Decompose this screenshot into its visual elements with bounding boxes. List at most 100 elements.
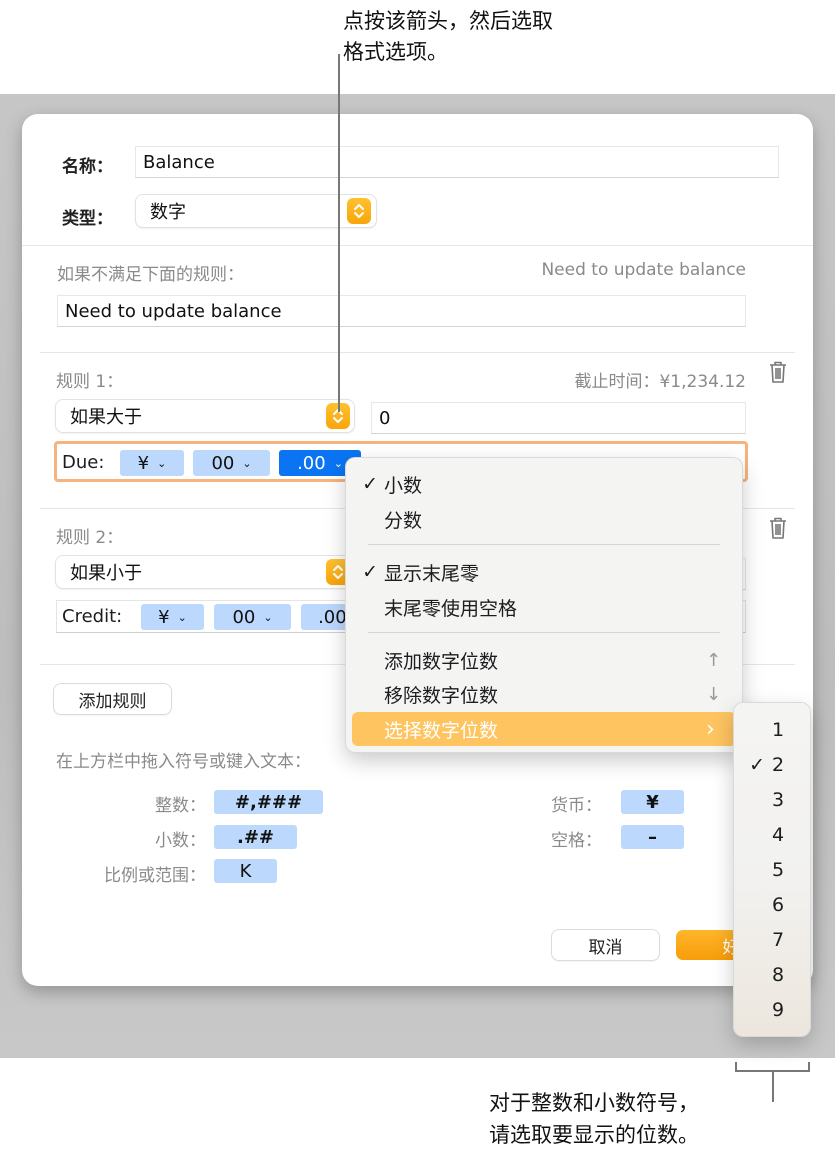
cancel-button[interactable]: 取消	[552, 930, 659, 960]
symbol-integer-token[interactable]: #,###	[214, 790, 323, 814]
menu-item-label: 选择数字位数	[384, 719, 499, 742]
annotation-leader-line-top	[338, 54, 340, 412]
submenu-item-5[interactable]: 5	[734, 852, 810, 887]
token-text: ¥	[137, 452, 150, 474]
symbol-scale-label: 比例或范围：	[104, 866, 206, 886]
format-options-menu: ✓ 小数 分数 ✓ 显示末尾零 末尾零使用空格 添加数字位数 ↑ 移除数字位数 …	[346, 458, 742, 752]
symbol-space-label: 空格：	[551, 831, 602, 851]
annotation-top-line1: 点按该箭头，然后选取	[343, 9, 553, 33]
symbol-scale-token[interactable]: K	[214, 859, 277, 883]
annotation-leader-line-bottom	[772, 1071, 774, 1102]
name-field-value: Balance	[143, 151, 215, 173]
fallback-preview: Need to update balance	[541, 260, 746, 280]
rule1-value: 0	[379, 407, 391, 429]
token-text: .00	[318, 606, 347, 628]
rule1-condition-popup[interactable]: 如果大于	[56, 400, 354, 432]
symbol-currency-token[interactable]: ¥	[621, 790, 684, 814]
chevron-down-icon: ⌄	[333, 456, 343, 470]
submenu-item-label: 1	[771, 718, 785, 741]
arrow-up-icon: ↑	[706, 649, 722, 671]
rule2-condition-popup[interactable]: 如果小于	[56, 556, 354, 588]
annotation-top-line2: 格式选项。	[343, 40, 448, 64]
menu-item-show-trailing-zeros[interactable]: ✓ 显示末尾零	[346, 555, 742, 589]
divider	[40, 352, 795, 353]
submenu-item-label: 2	[771, 753, 785, 776]
submenu-item-9[interactable]: 9	[734, 992, 810, 1027]
token-text: ¥	[646, 791, 659, 813]
fallback-label: 如果不满足下面的规则：	[57, 265, 244, 285]
menu-item-add-digit[interactable]: 添加数字位数 ↑	[346, 643, 742, 677]
menu-item-remove-digit[interactable]: 移除数字位数 ↓	[346, 677, 742, 711]
add-rule-button[interactable]: 添加规则	[54, 684, 171, 714]
submenu-item-8[interactable]: 8	[734, 957, 810, 992]
rule2-token-integer[interactable]: 00 ⌄	[214, 604, 291, 630]
annotation-bottom-line1: 对于整数和小数符号，	[489, 1091, 699, 1115]
menu-item-trailing-zeros-as-spaces[interactable]: 末尾零使用空格	[346, 590, 742, 624]
symbol-space-token[interactable]: –	[621, 825, 684, 849]
rule1-trash-icon[interactable]	[768, 360, 788, 384]
chevron-down-icon: ⌄	[157, 456, 167, 470]
symbol-decimal-label: 小数：	[155, 831, 206, 851]
symbol-decimal-token[interactable]: .##	[214, 825, 297, 849]
submenu-item-label: 7	[771, 928, 785, 951]
arrow-down-icon: ↓	[706, 683, 722, 705]
chevron-down-icon: ⌄	[177, 610, 187, 624]
checkmark-icon: ✓	[749, 753, 765, 776]
menu-item-decimal[interactable]: ✓ 小数	[346, 467, 742, 501]
menu-item-label: 小数	[384, 474, 423, 497]
type-popup-stepper-icon[interactable]	[347, 198, 371, 224]
menu-item-choose-digits[interactable]: 选择数字位数 ›	[352, 712, 736, 746]
submenu-item-3[interactable]: 3	[734, 782, 810, 817]
name-field[interactable]: Balance	[135, 146, 779, 178]
rule1-format-prefix: Due:	[62, 452, 105, 473]
type-popup-value: 数字	[150, 202, 186, 223]
rule2-token-currency[interactable]: ¥ ⌄	[141, 604, 204, 630]
type-popup[interactable]: 数字	[136, 195, 376, 227]
submenu-item-label: 5	[771, 858, 785, 881]
add-rule-label: 添加规则	[78, 691, 147, 712]
name-label: 名称：	[62, 157, 113, 177]
rule1-value-field[interactable]: 0	[371, 402, 746, 434]
menu-item-label: 添加数字位数	[384, 650, 499, 673]
rule2-title: 规则 2：	[56, 528, 124, 548]
digits-submenu: 1 ✓ 2 3 4 5 6 7 8 9	[734, 703, 810, 1036]
rule1-title: 规则 1：	[56, 372, 124, 392]
submenu-item-label: 6	[771, 893, 785, 916]
rule1-condition-value: 如果大于	[70, 407, 142, 428]
token-text: .##	[236, 826, 274, 848]
annotation-top: 点按该箭头，然后选取 格式选项。	[343, 6, 553, 68]
rule2-format-prefix: Credit:	[62, 606, 123, 627]
fallback-text-field[interactable]: Need to update balance	[57, 295, 746, 327]
submenu-item-6[interactable]: 6	[734, 887, 810, 922]
annotation-bottom: 对于整数和小数符号， 请选取要显示的位数。	[489, 1087, 699, 1151]
submenu-item-label: 3	[771, 788, 785, 811]
menu-item-label: 移除数字位数	[384, 684, 499, 707]
rule2-condition-value: 如果小于	[70, 563, 142, 584]
rule1-preview: 截止时间：¥1,234.12	[574, 372, 746, 392]
submenu-item-7[interactable]: 7	[734, 922, 810, 957]
submenu-item-1[interactable]: 1	[734, 712, 810, 747]
checkmark-icon: ✓	[362, 473, 378, 495]
annotation-bottom-line2: 请选取要显示的位数。	[489, 1123, 699, 1147]
checkmark-icon: ✓	[362, 561, 378, 583]
menu-item-fraction[interactable]: 分数	[346, 502, 742, 536]
menu-item-label: 分数	[384, 509, 423, 532]
submenu-item-label: 9	[771, 998, 785, 1021]
submenu-item-label: 4	[771, 823, 785, 846]
chevron-down-icon: ⌄	[242, 456, 252, 470]
rule2-trash-icon[interactable]	[768, 516, 788, 540]
rule1-token-integer[interactable]: 00 ⌄	[193, 450, 270, 476]
menu-item-label: 末尾零使用空格	[384, 597, 518, 620]
menu-separator	[368, 632, 720, 633]
token-text: ¥	[158, 606, 170, 628]
chevron-right-icon: ›	[706, 716, 715, 742]
submenu-item-label: 8	[771, 963, 785, 986]
submenu-item-2[interactable]: ✓ 2	[734, 747, 810, 782]
token-text: 00	[211, 452, 235, 474]
rule1-token-currency[interactable]: ¥ ⌄	[120, 450, 184, 476]
cancel-label: 取消	[588, 937, 623, 958]
submenu-item-4[interactable]: 4	[734, 817, 810, 852]
divider	[22, 245, 813, 246]
token-text: –	[648, 826, 657, 848]
fallback-text-value: Need to update balance	[65, 300, 282, 322]
